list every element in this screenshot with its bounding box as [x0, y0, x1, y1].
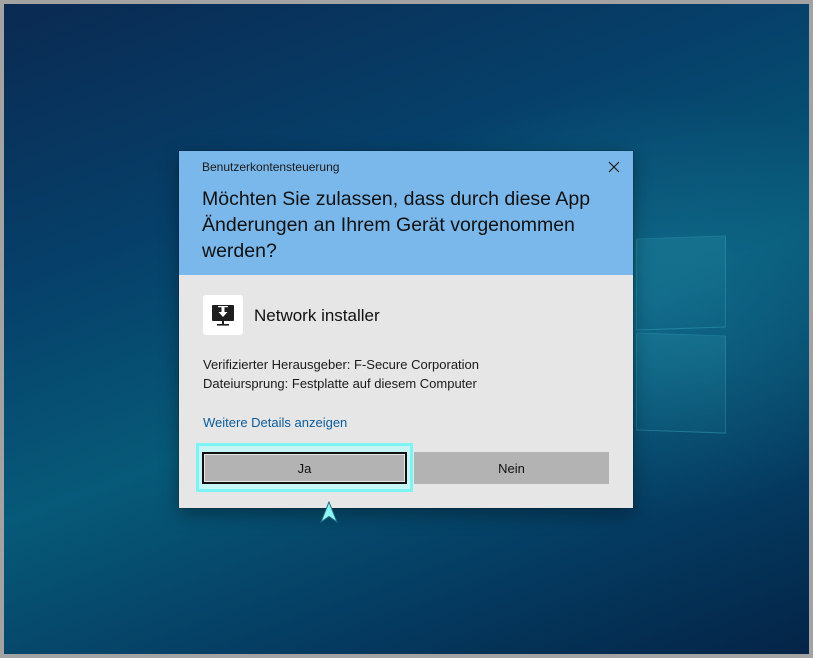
more-details-link[interactable]: Weitere Details anzeigen: [203, 415, 347, 430]
app-name: Network installer: [254, 306, 380, 325]
app-icon-tile: [203, 295, 243, 335]
file-origin-text: Dateiursprung: Festplatte auf diesem Com…: [203, 376, 477, 391]
uac-dialog: Benutzerkontensteuerung Möchten Sie zula…: [179, 151, 633, 508]
publisher-text: Verifizierter Herausgeber: F-Secure Corp…: [203, 357, 480, 372]
windows-logo-pane-top: [636, 235, 726, 331]
close-button[interactable]: [599, 154, 629, 180]
close-icon: [608, 161, 620, 173]
dialog-header: Benutzerkontensteuerung Möchten Sie zula…: [179, 151, 633, 275]
windows-logo-pane-bottom: [636, 332, 726, 434]
permission-question: Möchten Sie zulassen, dass durch diese A…: [202, 188, 591, 262]
dialog-title: Benutzerkontensteuerung: [202, 160, 340, 174]
yes-button[interactable]: Ja: [202, 452, 407, 484]
pointer-arrow-icon: [320, 501, 338, 523]
network-installer-icon: [212, 305, 234, 326]
no-button[interactable]: Nein: [414, 452, 609, 484]
